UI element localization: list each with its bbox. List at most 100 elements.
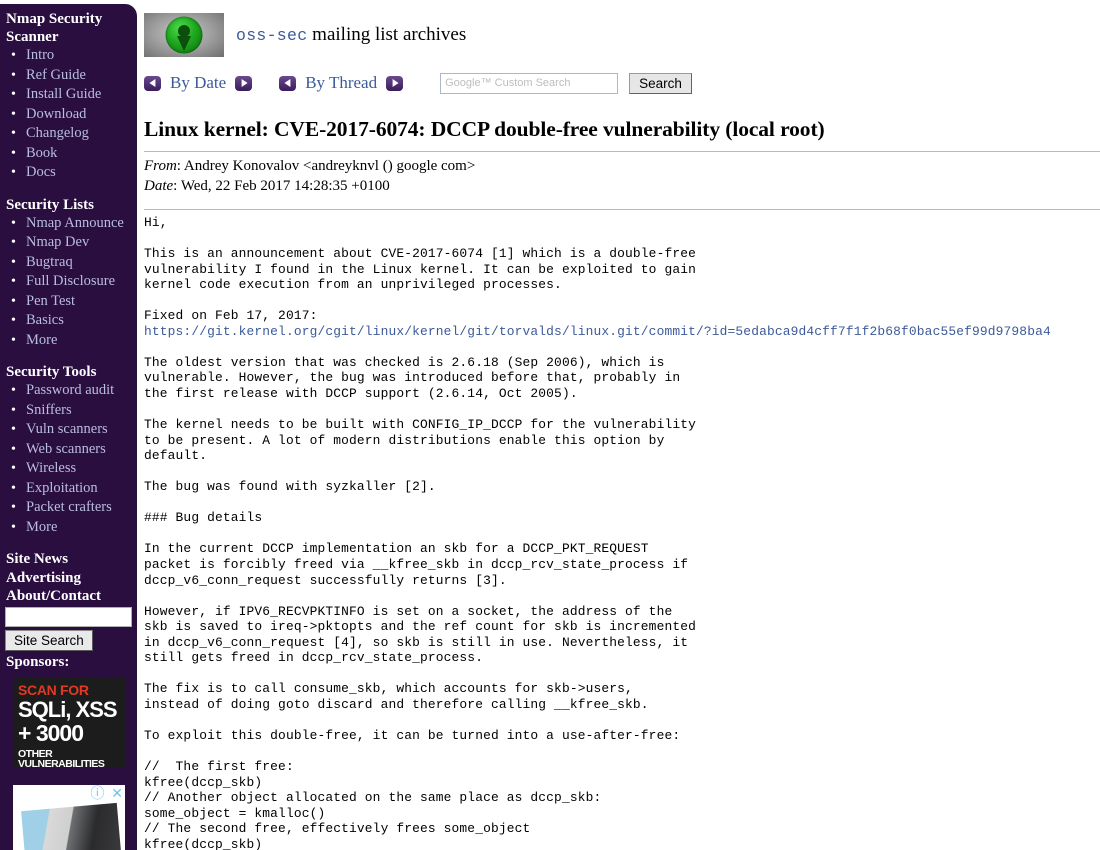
nav-group-by-date: By Date: [144, 73, 253, 93]
sponsor-ad-image[interactable]: ⓘ ✕: [13, 784, 125, 850]
page-title: Linux kernel: CVE-2017-6074: DCCP double…: [144, 117, 825, 141]
sidebar-item-password-audit[interactable]: Password audit: [0, 381, 137, 401]
search-button[interactable]: Search: [629, 72, 692, 94]
from-label: From: [144, 158, 177, 174]
close-icon[interactable]: ✕: [111, 785, 123, 801]
message-body-part-1: Hi, This is an announcement about CVE-20…: [144, 215, 696, 324]
sidebar-item-basics[interactable]: Basics: [0, 311, 137, 331]
sidebar-list-security-lists: Nmap Announce Nmap Dev Bugtraq Full Disc…: [0, 214, 137, 351]
message-body: Hi, This is an announcement about CVE-20…: [144, 215, 1100, 850]
sidebar-link-intro[interactable]: Intro: [26, 47, 54, 63]
oss-sec-link[interactable]: oss-sec: [236, 26, 307, 45]
sidebar-link-vuln-scanners[interactable]: Vuln scanners: [26, 421, 108, 437]
sidebar-item-web-scanners[interactable]: Web scanners: [0, 440, 137, 460]
next-by-date-arrow-icon[interactable]: [235, 75, 253, 91]
sidebar-item-intro[interactable]: Intro: [0, 46, 137, 66]
sidebar-item-nmap-announce[interactable]: Nmap Announce: [0, 214, 137, 234]
sidebar-link-install-guide[interactable]: Install Guide: [26, 86, 101, 102]
date-value: : Wed, 22 Feb 2017 14:28:35 +0100: [173, 177, 390, 194]
sidebar-heading-nmap-security-scanner: Nmap Security Scanner: [6, 11, 103, 45]
sidebar-list-nmap-security-scanner: Intro Ref Guide Install Guide Download C…: [0, 46, 137, 183]
sidebar-item-vuln-scanners[interactable]: Vuln scanners: [0, 420, 137, 440]
sidebar-heading-security-lists: Security Lists: [6, 196, 94, 213]
ad-photo: [21, 802, 121, 850]
ad-line-plus-3000: + 3000: [18, 719, 84, 746]
sidebar-link-exploitation[interactable]: Exploitation: [26, 480, 98, 496]
sidebar-link-about-contact[interactable]: About/Contact: [0, 587, 137, 606]
sidebar-item-pen-test[interactable]: Pen Test: [0, 292, 137, 312]
site-title-rest: mailing list archives: [307, 24, 467, 45]
ad-line-scan-for: SCAN FOR: [18, 681, 89, 698]
sidebar-link-web-scanners[interactable]: Web scanners: [26, 441, 106, 457]
sidebar-item-more-lists[interactable]: More: [0, 331, 137, 351]
sidebar-link-bugtraq[interactable]: Bugtraq: [26, 254, 73, 270]
ad-line-other-vulnerabilities: OTHER VULNERABILITIES: [18, 747, 105, 768]
commit-url-link[interactable]: https://git.kernel.org/cgit/linux/kernel…: [144, 324, 1051, 339]
date-label: Date: [144, 177, 174, 194]
sidebar-link-wireless[interactable]: Wireless: [26, 460, 76, 476]
sidebar-link-basics[interactable]: Basics: [26, 312, 64, 328]
message-from: From: Andrey Konovalov <andreyknvl () go…: [144, 157, 1100, 177]
sidebar-item-changelog[interactable]: Changelog: [0, 124, 137, 144]
sidebar-heading-sponsors: Sponsors:: [6, 653, 70, 670]
sidebar-link-advertising[interactable]: Advertising: [0, 569, 137, 588]
sidebar-link-password-audit[interactable]: Password audit: [26, 382, 114, 398]
message-metadata: From: Andrey Konovalov <andreyknvl () go…: [144, 152, 1100, 200]
sidebar-link-sniffers[interactable]: Sniffers: [26, 402, 72, 418]
prev-by-date-arrow-icon[interactable]: [144, 75, 161, 91]
sidebar-item-ref-guide[interactable]: Ref Guide: [0, 66, 137, 86]
page-root: Nmap Security Scanner Intro Ref Guide In…: [0, 0, 1100, 850]
ad-line-sqli-xss: SQLi, XSS: [18, 696, 118, 722]
sidebar-item-wireless[interactable]: Wireless: [0, 459, 137, 479]
sidebar-link-pen-test[interactable]: Pen Test: [26, 293, 75, 309]
sidebar-heading-security-tools: Security Tools: [6, 364, 97, 380]
site-search-input[interactable]: [5, 606, 132, 627]
sidebar-link-download[interactable]: Download: [26, 106, 86, 122]
sidebar-link-ref-guide[interactable]: Ref Guide: [26, 67, 86, 83]
logo-keyhole-stem: [177, 35, 191, 51]
sidebar-item-install-guide[interactable]: Install Guide: [0, 85, 137, 105]
google-custom-search: Search: [440, 72, 692, 94]
sidebar-link-nmap-announce[interactable]: Nmap Announce: [26, 215, 124, 231]
sidebar-link-full-disclosure[interactable]: Full Disclosure: [26, 273, 115, 289]
sidebar-item-bugtraq[interactable]: Bugtraq: [0, 253, 137, 273]
by-thread-link[interactable]: By Thread: [305, 73, 377, 93]
sidebar-item-packet-crafters[interactable]: Packet crafters: [0, 498, 137, 518]
sidebar-link-docs[interactable]: Docs: [26, 164, 56, 180]
prev-by-thread-arrow-icon[interactable]: [279, 75, 297, 91]
site-search-button[interactable]: Site Search: [5, 629, 93, 651]
sidebar-link-packet-crafters[interactable]: Packet crafters: [26, 499, 112, 515]
sidebar-item-exploitation[interactable]: Exploitation: [0, 479, 137, 499]
message-date: Date: Wed, 22 Feb 2017 14:28:35 +0100: [144, 177, 1100, 197]
metadata-divider: [144, 209, 1100, 210]
sidebar-link-changelog[interactable]: Changelog: [26, 125, 89, 141]
nav-group-by-thread: By Thread: [279, 73, 404, 93]
sidebar-item-sniffers[interactable]: Sniffers: [0, 401, 137, 421]
message-body-part-2: The oldest version that was checked is 2…: [144, 354, 696, 850]
archive-navigation: By Date By Thread Search: [144, 68, 1100, 98]
main-content: oss-sec mailing list archives By Date By…: [144, 0, 1100, 850]
sidebar-item-download[interactable]: Download: [0, 105, 137, 125]
from-value: : Andrey Konovalov <andreyknvl () google…: [176, 158, 476, 174]
sidebar-item-docs[interactable]: Docs: [0, 163, 137, 183]
next-by-thread-arrow-icon[interactable]: [386, 75, 404, 91]
sidebar-list-security-tools: Password audit Sniffers Vuln scanners We…: [0, 381, 137, 537]
adchoices-controls[interactable]: ⓘ ✕: [87, 786, 123, 800]
site-title: oss-sec mailing list archives: [236, 24, 466, 46]
sidebar-item-nmap-dev[interactable]: Nmap Dev: [0, 233, 137, 253]
sidebar-link-more-lists[interactable]: More: [26, 332, 57, 348]
logo-keyhole-head: [178, 24, 190, 37]
oss-sec-logo-icon: [144, 13, 224, 57]
search-input[interactable]: [440, 72, 619, 94]
site-header: oss-sec mailing list archives: [144, 10, 1100, 60]
sidebar-link-more-tools[interactable]: More: [26, 519, 57, 535]
sidebar-item-more-tools[interactable]: More: [0, 518, 137, 538]
sidebar-link-nmap-dev[interactable]: Nmap Dev: [26, 234, 89, 250]
sidebar-item-full-disclosure[interactable]: Full Disclosure: [0, 272, 137, 292]
sidebar-item-book[interactable]: Book: [0, 144, 137, 164]
sidebar-link-book[interactable]: Book: [26, 145, 57, 161]
sponsor-ad-banner[interactable]: SCAN FOR SQLi, XSS + 3000 OTHER VULNERAB…: [13, 677, 125, 768]
sidebar-link-site-news[interactable]: Site News: [0, 550, 137, 569]
by-date-link[interactable]: By Date: [170, 73, 226, 93]
info-icon[interactable]: ⓘ: [90, 785, 104, 801]
